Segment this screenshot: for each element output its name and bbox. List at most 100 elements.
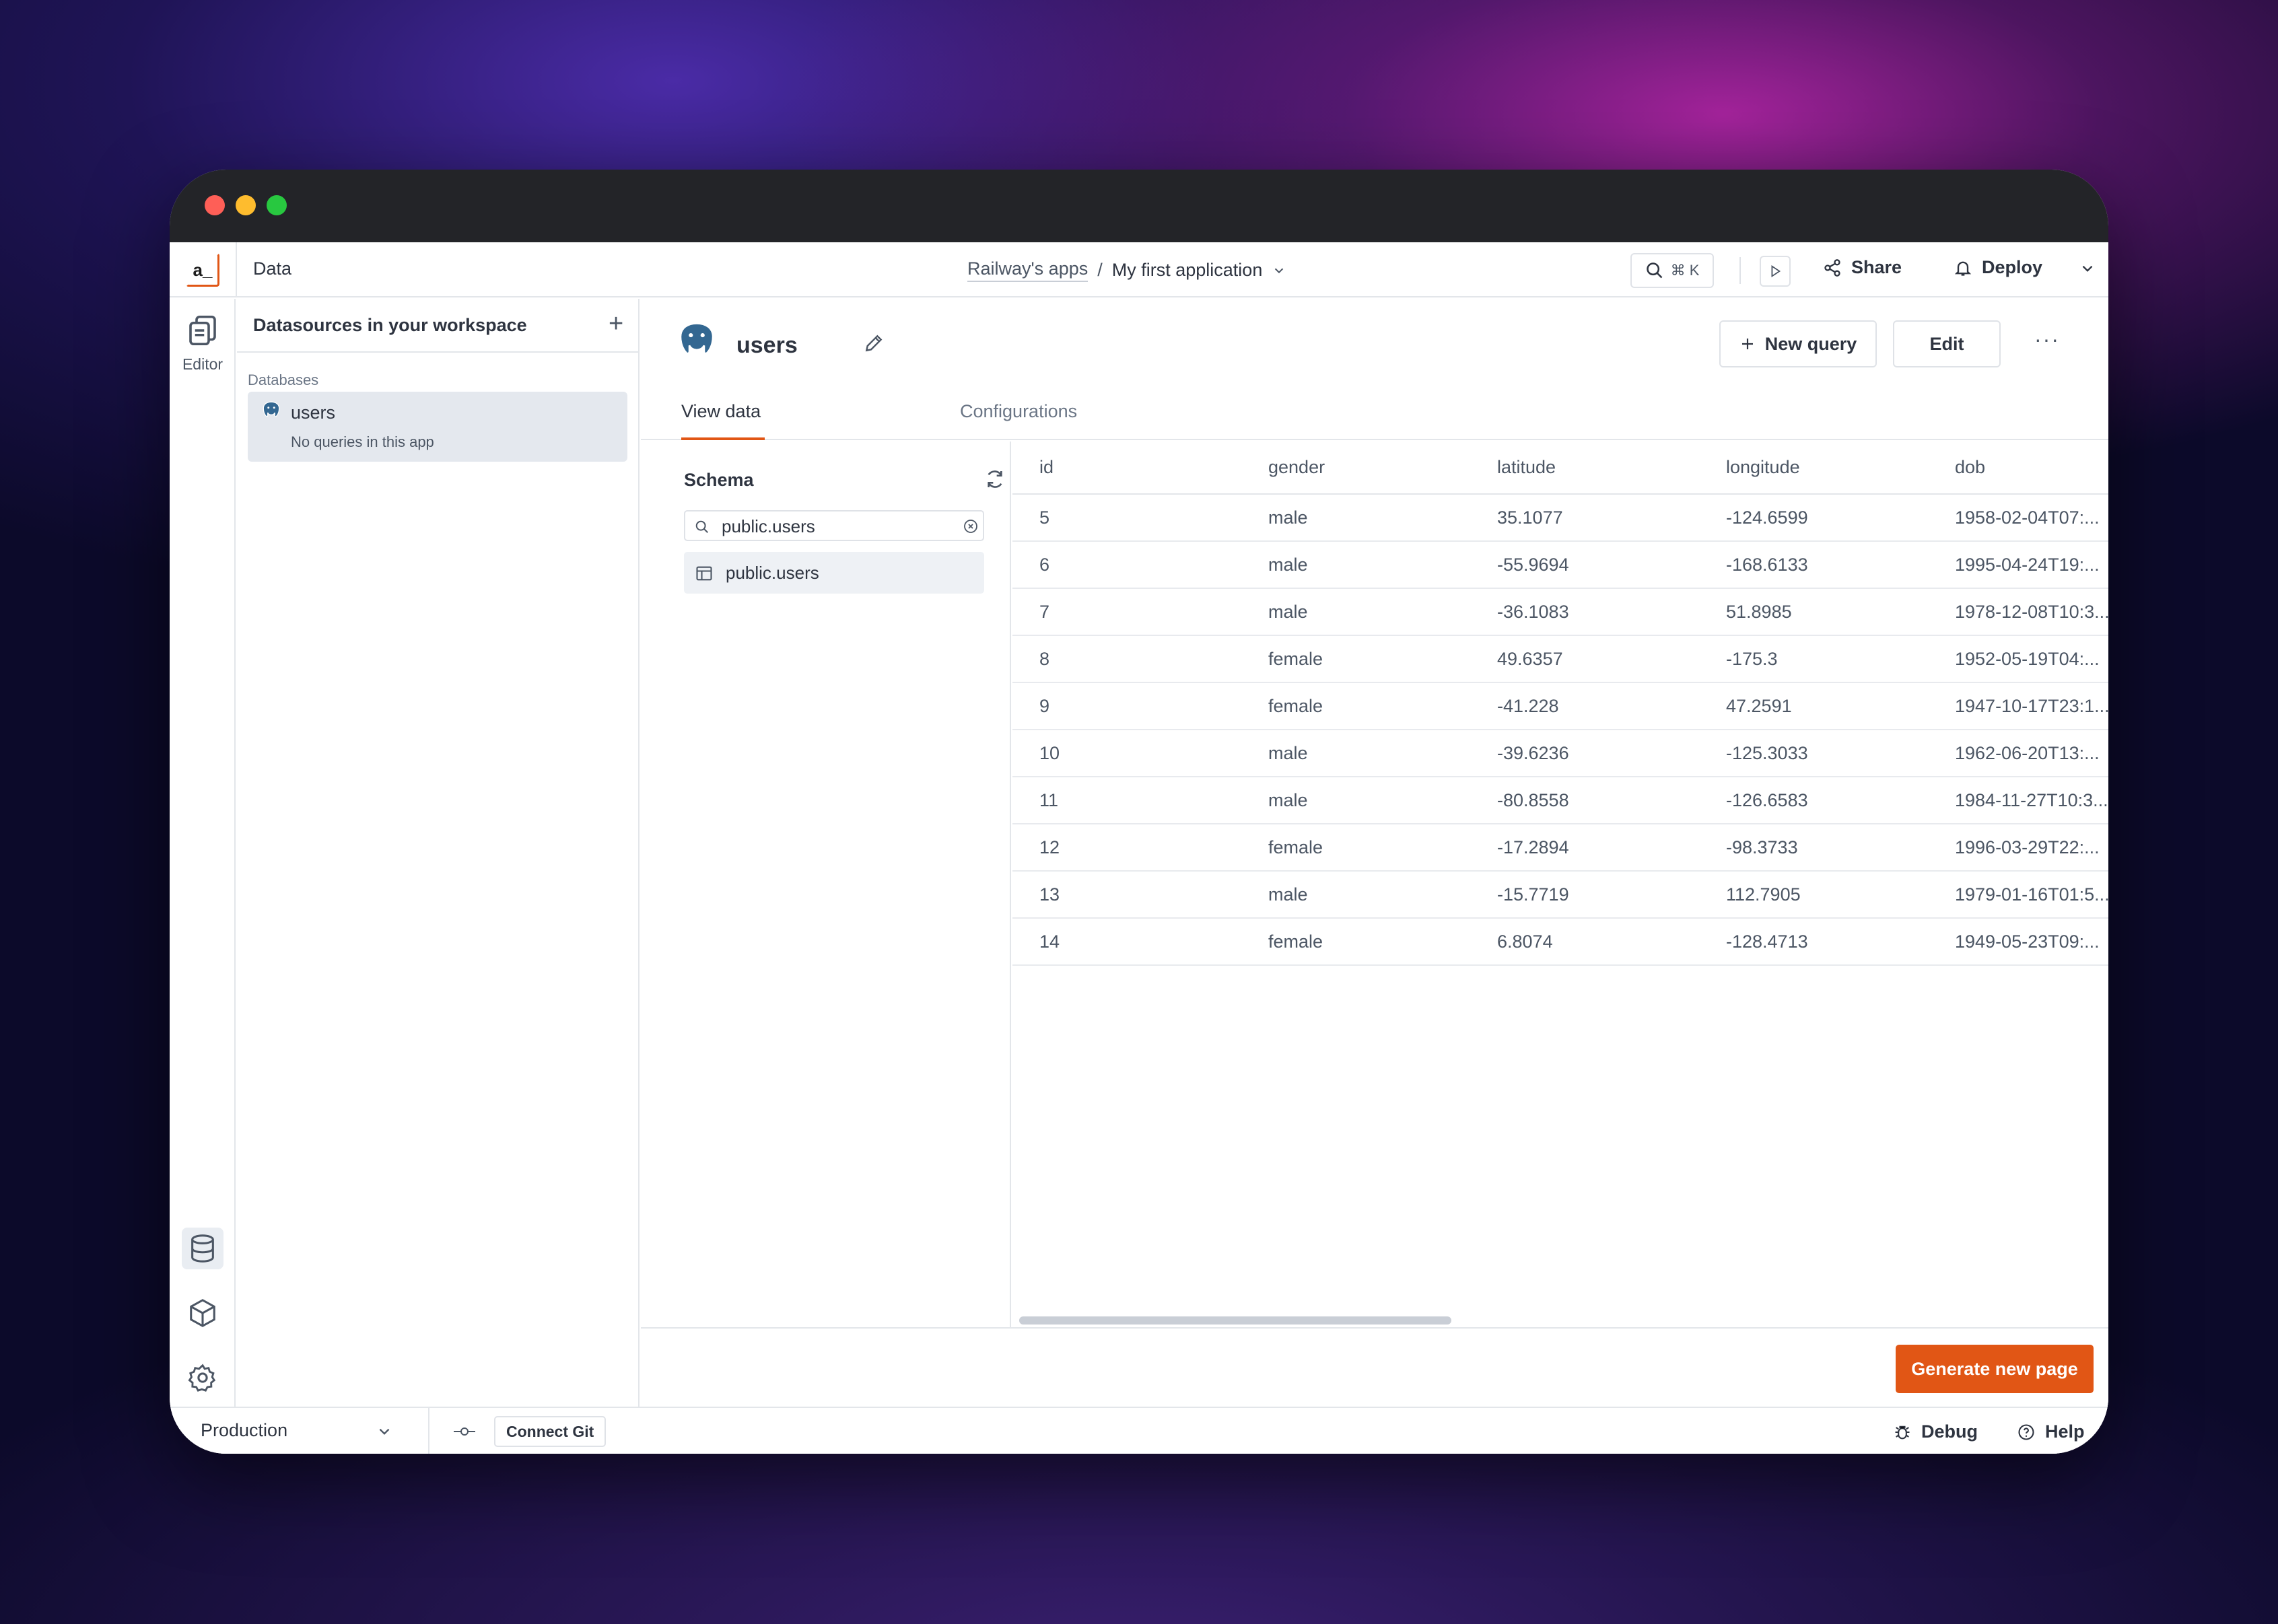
- datasource-title: users: [736, 332, 798, 358]
- column-header[interactable]: dob: [1928, 442, 2108, 495]
- column-header[interactable]: longitude: [1699, 442, 1928, 495]
- table-cell: -124.6599: [1699, 494, 1928, 542]
- table-cell: 1979-01-16T01:5...: [1928, 871, 2108, 919]
- pencil-icon[interactable]: [863, 332, 885, 354]
- table-row[interactable]: 14 female 6.8074 -128.4713 1949-05-23T09:...: [1012, 918, 2108, 966]
- environment-select[interactable]: Production: [201, 1420, 403, 1441]
- tab-view-data[interactable]: View data: [681, 393, 765, 440]
- gear-icon: [188, 1364, 216, 1392]
- share-label: Share: [1851, 257, 1902, 277]
- debug-button[interactable]: Debug: [1893, 1421, 1978, 1442]
- table-cell: 47.2591: [1699, 682, 1928, 730]
- new-query-label: New query: [1764, 333, 1857, 354]
- postgres-icon: [263, 401, 280, 417]
- table-cell: 14: [1012, 918, 1241, 966]
- table-icon: [696, 566, 712, 581]
- table-row[interactable]: 6 male -55.9694 -168.6133 1995-04-24T19:...: [1012, 541, 2108, 589]
- table-cell: 1984-11-27T10:3...: [1928, 777, 2108, 824]
- horizontal-scrollbar[interactable]: [1019, 1316, 1451, 1325]
- breadcrumb-workspace[interactable]: Railway's apps: [967, 258, 1089, 282]
- datasource-tabs: View data Configurations: [641, 393, 2108, 440]
- table-cell: -128.4713: [1699, 918, 1928, 966]
- datasource-panel: Datasources in your workspace + Database…: [237, 299, 640, 1407]
- table-row[interactable]: 12 female -17.2894 -98.3733 1996-03-29T22:..…: [1012, 824, 2108, 872]
- deploy-button[interactable]: Deploy: [1954, 257, 2042, 278]
- datasource-detail: users New query Edit ··· View data Confi…: [641, 299, 2108, 1407]
- bottom-divider: [428, 1408, 429, 1454]
- maximize-window-button[interactable]: [267, 195, 287, 215]
- chevron-down-icon[interactable]: [1272, 263, 1286, 278]
- schema-table-item[interactable]: public.users: [684, 552, 984, 594]
- table-cell: 1947-10-17T23:1...: [1928, 682, 2108, 730]
- table-cell: -36.1083: [1470, 588, 1699, 636]
- bell-icon: [1954, 261, 1972, 276]
- connect-git-button[interactable]: Connect Git: [494, 1416, 607, 1447]
- table-row[interactable]: 11 male -80.8558 -126.6583 1984-11-27T10:3..…: [1012, 777, 2108, 824]
- packages-nav[interactable]: [182, 1292, 223, 1334]
- breadcrumb: Railway's apps / My first application: [967, 258, 1286, 282]
- datasource-item-users[interactable]: users No queries in this app: [248, 392, 627, 462]
- table-body: 5 male 35.1077 -124.6599 1958-02-04T07:... 6 m…: [1012, 494, 2108, 966]
- generate-new-page-button[interactable]: Generate new page: [1896, 1345, 2094, 1393]
- data-table: id gender latitude longitude dob 5 male 35…: [1012, 442, 2108, 966]
- edit-datasource-button[interactable]: Edit: [1893, 320, 2001, 367]
- postgres-icon: [679, 322, 714, 355]
- preview-button[interactable]: [1760, 256, 1791, 287]
- close-window-button[interactable]: [205, 195, 225, 215]
- table-cell: male: [1241, 730, 1470, 777]
- table-cell: 1978-12-08T10:3...: [1928, 588, 2108, 636]
- data-nav[interactable]: [182, 1228, 223, 1269]
- table-cell: 6: [1012, 541, 1241, 589]
- add-datasource-button[interactable]: +: [609, 311, 623, 337]
- databases-section-label: Databases: [248, 372, 319, 388]
- table-cell: 1995-04-24T19:...: [1928, 541, 2108, 589]
- breadcrumb-application[interactable]: My first application: [1112, 260, 1263, 281]
- help-label: Help: [2045, 1421, 2085, 1442]
- plus-icon: [1741, 339, 1753, 349]
- table-cell: male: [1241, 777, 1470, 824]
- search-icon: [1646, 262, 1663, 279]
- minimize-window-button[interactable]: [236, 195, 256, 215]
- datasource-panel-title: Datasources in your workspace: [253, 315, 527, 335]
- column-header[interactable]: id: [1012, 442, 1241, 495]
- search-icon: [695, 520, 708, 533]
- tab-configurations[interactable]: Configurations: [960, 393, 1095, 440]
- table-cell: 6.8074: [1470, 918, 1699, 966]
- chevron-down-icon[interactable]: [376, 1423, 393, 1440]
- table-row[interactable]: 7 male -36.1083 51.8985 1978-12-08T10:3...: [1012, 588, 2108, 636]
- table-row[interactable]: 8 female 49.6357 -175.3 1952-05-19T04:...: [1012, 635, 2108, 683]
- table-row[interactable]: 10 male -39.6236 -125.3033 1962-06-20T13:...: [1012, 730, 2108, 777]
- table-row[interactable]: 13 male -15.7719 112.7905 1979-01-16T01:5...: [1012, 871, 2108, 919]
- database-icon: [191, 1234, 214, 1263]
- table-cell: -55.9694: [1470, 541, 1699, 589]
- table-cell: 49.6357: [1470, 635, 1699, 683]
- editor-nav[interactable]: Editor: [170, 312, 236, 374]
- table-cell: -39.6236: [1470, 730, 1699, 777]
- header-divider: [236, 242, 237, 297]
- clear-icon[interactable]: [963, 518, 979, 534]
- schema-search-input[interactable]: [722, 516, 937, 537]
- more-options-button[interactable]: ···: [2034, 328, 2060, 350]
- table-cell: 7: [1012, 588, 1241, 636]
- data-grid: id gender latitude longitude dob 5 male 35…: [1012, 442, 2108, 1327]
- deploy-label: Deploy: [1982, 257, 2043, 277]
- search-button[interactable]: ⌘ K: [1630, 253, 1714, 288]
- deploy-options-chevron-icon[interactable]: [2079, 260, 2096, 277]
- refresh-icon[interactable]: [984, 468, 1006, 490]
- table-cell: -175.3: [1699, 635, 1928, 683]
- column-header[interactable]: gender: [1241, 442, 1470, 495]
- table-cell: -168.6133: [1699, 541, 1928, 589]
- new-query-button[interactable]: New query: [1719, 320, 1877, 367]
- table-cell: female: [1241, 918, 1470, 966]
- bug-icon: [1895, 1425, 1910, 1439]
- settings-nav[interactable]: [182, 1357, 223, 1399]
- table-row[interactable]: 5 male 35.1077 -124.6599 1958-02-04T07:...: [1012, 494, 2108, 542]
- appsmith-logo[interactable]: a_: [186, 253, 219, 287]
- table-cell: 1952-05-19T04:...: [1928, 635, 2108, 683]
- search-shortcut: ⌘ K: [1670, 262, 1700, 279]
- table-row[interactable]: 9 female -41.228 47.2591 1947-10-17T23:1...: [1012, 682, 2108, 730]
- column-header[interactable]: latitude: [1470, 442, 1699, 495]
- table-cell: 5: [1012, 494, 1241, 542]
- share-button[interactable]: Share: [1823, 257, 1902, 278]
- help-button[interactable]: Help: [2017, 1421, 2085, 1442]
